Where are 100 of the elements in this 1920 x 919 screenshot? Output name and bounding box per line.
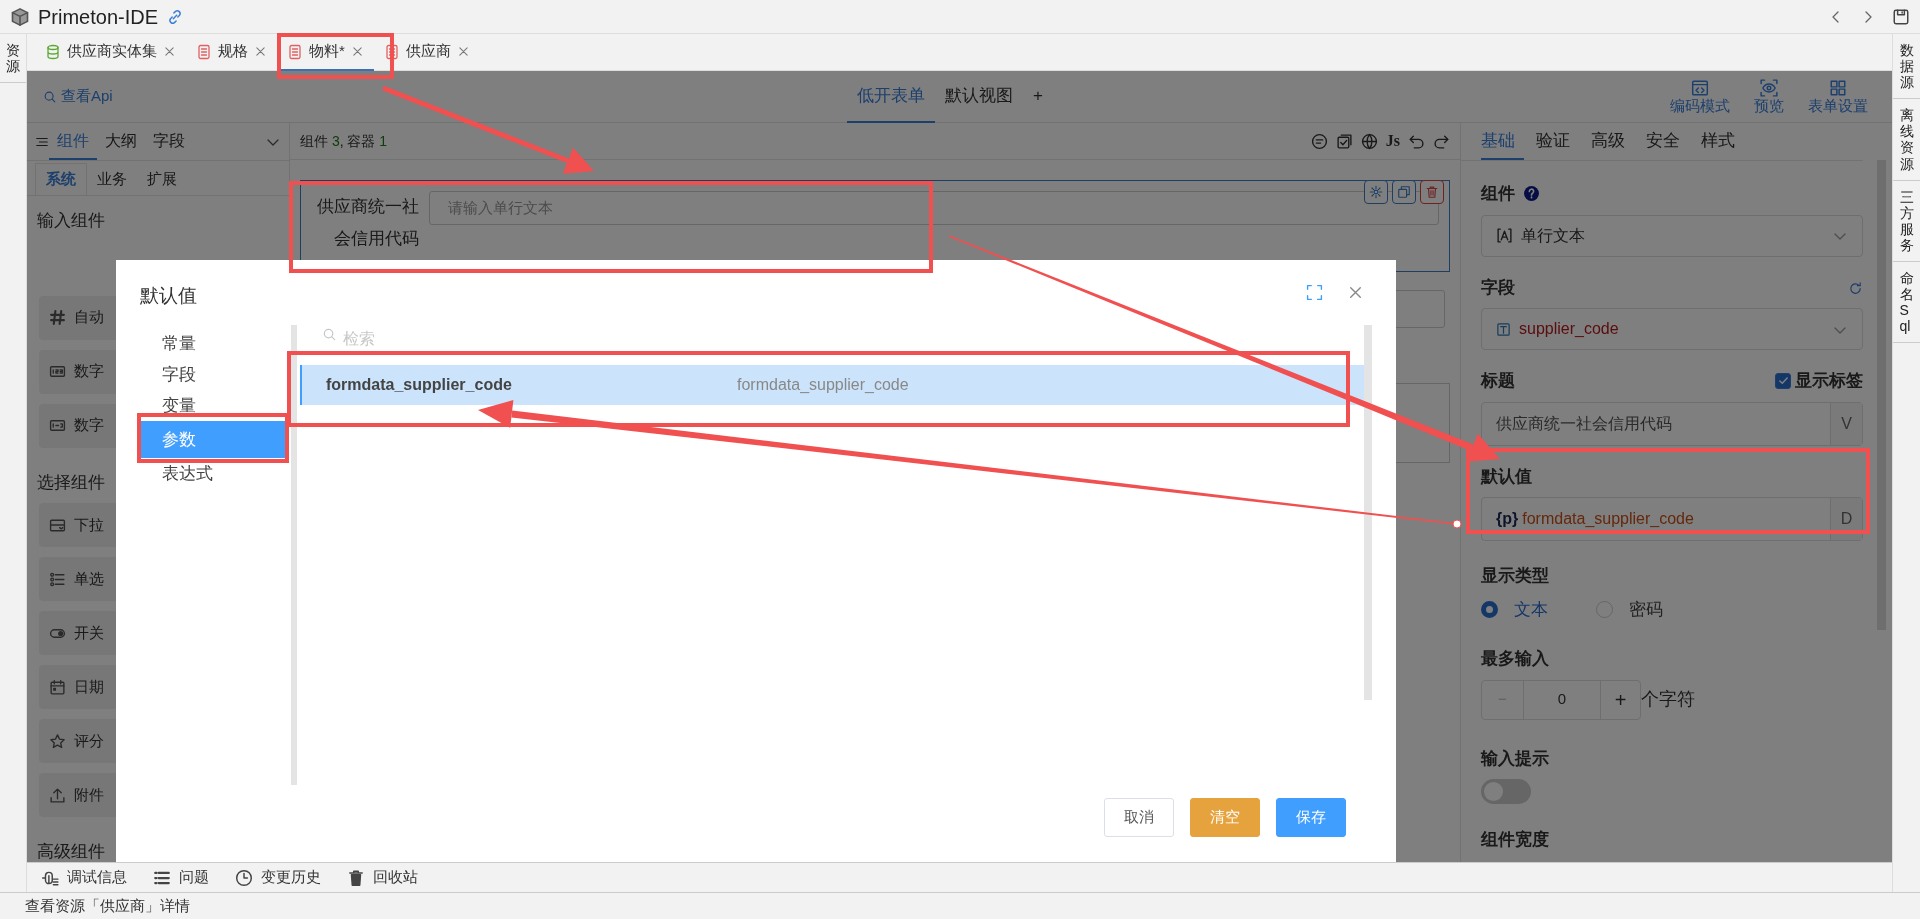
group-title: 选择组件 [37, 472, 105, 492]
checkbox[interactable] [1775, 372, 1791, 389]
refresh-icon[interactable] [1848, 280, 1863, 296]
save-icon[interactable] [1892, 7, 1910, 26]
list-row[interactable]: formdata_supplier_code formdata_supplier_code [300, 365, 1364, 405]
comment-icon[interactable] [1310, 132, 1328, 150]
dropdown-icon [49, 516, 66, 534]
api-link[interactable]: 查看Api [43, 85, 113, 108]
radio-label: 密码 [1629, 598, 1663, 621]
default-value-input[interactable]: {p} formdata_supplier_code D [1481, 497, 1863, 541]
dock-tab[interactable]: 数据源 [1899, 42, 1914, 91]
sub-tab[interactable]: 系统 [35, 163, 87, 195]
field-label: 供应商统一社会信用代码 [316, 196, 419, 250]
checklist-icon[interactable] [1335, 132, 1353, 150]
document-icon [287, 43, 303, 60]
fullscreen-icon[interactable] [1306, 284, 1323, 301]
number-stepper[interactable]: − 0 + [1481, 679, 1641, 720]
trash-icon [1425, 185, 1439, 199]
search-icon [43, 89, 57, 104]
tool-button[interactable]: 调试信息 [41, 866, 127, 889]
close-icon[interactable] [456, 45, 470, 58]
panel-tab[interactable]: 字段 [145, 123, 193, 160]
toolbar-button[interactable]: 预览 [1754, 78, 1784, 115]
radio-label: 文本 [1514, 598, 1548, 621]
tool-button[interactable]: 变更历史 [235, 866, 321, 889]
panel-tab[interactable]: 大纲 [97, 123, 145, 160]
field-select[interactable]: supplier_code [1481, 308, 1863, 350]
undo-icon[interactable] [1408, 132, 1425, 150]
close-icon[interactable] [350, 45, 364, 58]
panel-tab[interactable]: 组件 [49, 123, 97, 160]
toggle-switch[interactable] [1481, 779, 1531, 804]
category-item[interactable]: 表达式 [137, 458, 288, 489]
tool-button[interactable]: 问题 [153, 866, 209, 889]
redo-icon[interactable] [1433, 132, 1450, 150]
property-label: 字段 [1481, 276, 1515, 299]
property-label: 输入提示 [1481, 748, 1549, 768]
grid-icon [1829, 78, 1847, 97]
settings-icon [1369, 185, 1383, 199]
calendar-icon [49, 678, 66, 696]
group-title: 高级组件 [37, 842, 105, 861]
close-icon[interactable] [254, 45, 267, 58]
toolbar-button[interactable]: 编码模式 [1670, 78, 1730, 115]
document-icon [383, 43, 400, 60]
close-icon[interactable] [163, 45, 176, 58]
settings-button[interactable] [1364, 180, 1388, 204]
component-select[interactable]: 单行文本 [1481, 214, 1863, 257]
js-button[interactable]: Js [1385, 129, 1400, 153]
property-tab[interactable]: 安全 [1646, 123, 1689, 160]
copy-button[interactable] [1392, 180, 1416, 204]
document-icon [196, 43, 212, 60]
range-icon [49, 417, 66, 434]
dock-tab[interactable]: 离线资源 [1899, 107, 1914, 172]
copy-icon [1397, 185, 1411, 199]
number-icon [49, 363, 66, 380]
property-label: 最多输入 [1481, 649, 1549, 668]
app-title: Primeton-IDE [38, 4, 159, 30]
property-tab[interactable]: 高级 [1591, 123, 1634, 160]
add-view-button[interactable]: + [1023, 71, 1053, 123]
dock-tab[interactable]: 三方服务 [1899, 188, 1914, 254]
globe-icon[interactable] [1360, 132, 1378, 150]
editor-tab[interactable]: 供应商实体集 [35, 34, 186, 71]
tool-button[interactable]: 回收站 [347, 866, 418, 889]
property-label: 标题 [1481, 370, 1515, 392]
dock-tab[interactable]: 命名Sql [1899, 270, 1914, 335]
delete-button[interactable] [1420, 180, 1444, 204]
star-icon [49, 732, 66, 750]
code-icon [1691, 78, 1709, 97]
dialog-button[interactable]: 保存 [1276, 798, 1346, 837]
dialog-button[interactable]: 取消 [1104, 798, 1174, 837]
property-label: 组件宽度 [1481, 829, 1549, 849]
status-text: 查看资源「供应商」详情 [25, 897, 190, 914]
property-tab[interactable]: 验证 [1536, 123, 1579, 160]
toolbar-button[interactable]: 表单设置 [1808, 78, 1868, 115]
search-icon [322, 327, 337, 342]
close-icon[interactable] [1347, 284, 1364, 301]
property-label: 显示类型 [1481, 566, 1549, 585]
property-tab[interactable]: 样式 [1701, 123, 1744, 160]
dock-tab[interactable]: 资源 [6, 42, 20, 75]
group-title: 输入组件 [37, 211, 105, 230]
property-label: 组件 [1481, 183, 1515, 205]
sub-tab[interactable]: 扩展 [137, 163, 187, 195]
editor-tab[interactable]: 供应商 [373, 34, 480, 71]
property-tab[interactable]: 基础 [1481, 123, 1524, 160]
database-icon [45, 43, 61, 60]
text-icon [1496, 227, 1513, 244]
hash-icon [49, 309, 66, 326]
editor-tab[interactable]: 规格 [186, 34, 277, 71]
radio-list-icon [49, 570, 66, 588]
help-icon[interactable] [1523, 185, 1540, 203]
radio-button[interactable] [1481, 600, 1498, 618]
text-field-icon [1496, 321, 1511, 337]
title-input[interactable]: 供应商统一社会信用代码 V [1481, 401, 1863, 446]
component-count: 组件 3, 容器 1 [300, 131, 388, 151]
sub-tab[interactable]: 业务 [87, 163, 137, 195]
unit-label: 个字符 [1641, 688, 1695, 711]
eye-icon [1760, 78, 1778, 97]
view-tab[interactable]: 默认视图 [935, 71, 1023, 123]
upload-icon [49, 786, 66, 804]
checkbox-label: 显示标签 [1795, 370, 1863, 392]
property-label: 默认值 [1481, 466, 1532, 486]
